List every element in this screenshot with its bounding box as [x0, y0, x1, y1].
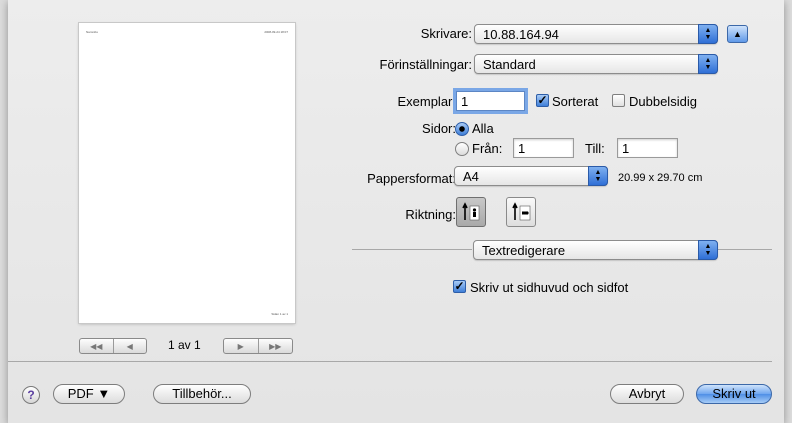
collapse-details-button[interactable]: ▲ — [727, 25, 748, 43]
page-indicator: 1 av 1 — [168, 338, 201, 352]
pages-range-radio[interactable] — [455, 142, 469, 156]
preview-header-left: Namnlös — [86, 30, 98, 34]
printer-label: Skrivare: — [420, 26, 472, 41]
header-footer-checkbox[interactable]: ✓ — [453, 280, 466, 293]
cancel-button[interactable]: Avbryt — [610, 384, 684, 404]
paper-size-value: A4 — [463, 169, 479, 184]
section-divider-left — [352, 249, 472, 250]
popup-arrows-icon: ▲ ▼ — [698, 240, 718, 260]
duplex-label: Dubbelsidig — [629, 94, 697, 109]
popup-arrows-icon: ▲ ▼ — [698, 24, 718, 44]
previous-page-button[interactable]: ◀ — [112, 339, 147, 353]
collated-checkbox[interactable]: ✓ — [536, 94, 549, 107]
preview-back-buttons: ◀◀ ◀ — [79, 338, 147, 354]
pages-all-label: Alla — [472, 121, 494, 136]
presets-popup[interactable]: Standard ▲ ▼ — [474, 54, 718, 74]
preview-forward-buttons: ▶ ▶▶ — [223, 338, 293, 354]
collated-label: Sorterat — [552, 94, 599, 109]
paper-size-label: Pappersformat: — [367, 171, 456, 186]
pdf-menu-button[interactable]: PDF ▼ — [53, 384, 125, 404]
pages-all-radio[interactable] — [455, 122, 469, 136]
section-divider-right — [718, 249, 772, 250]
collapse-triangle-icon: ▲ — [733, 29, 742, 39]
help-button[interactable]: ? — [22, 386, 40, 404]
pages-from-label: Från: — [472, 141, 503, 156]
copies-label: Exemplar: — [397, 94, 456, 109]
orientation-label: Riktning: — [405, 207, 456, 222]
first-page-button[interactable]: ◀◀ — [80, 339, 113, 353]
bottom-divider — [8, 361, 772, 362]
page-preview: Namnlös 2008-09-24 18:07 Sidan 1 av 1 — [79, 23, 295, 323]
app-section-value: Textredigerare — [482, 243, 566, 258]
pages-from-field[interactable]: 1 — [513, 138, 574, 158]
printer-value: 10.88.164.94 — [483, 27, 559, 42]
printer-popup[interactable]: 10.88.164.94 ▲ ▼ — [474, 24, 718, 44]
landscape-orientation-button[interactable] — [506, 197, 536, 227]
next-page-button[interactable]: ▶ — [224, 339, 258, 353]
pages-to-label: Till: — [585, 141, 605, 156]
print-button[interactable]: Skriv ut — [696, 384, 772, 404]
popup-arrows-icon: ▲ ▼ — [698, 54, 718, 74]
preview-footer-right: Sidan 1 av 1 — [271, 312, 288, 316]
copies-field[interactable]: 1 — [456, 91, 525, 111]
popup-arrows-icon: ▲ ▼ — [588, 166, 608, 186]
preview-header-right: 2008-09-24 18:07 — [264, 30, 288, 34]
pages-label: Sidor: — [422, 121, 456, 136]
pages-to-field[interactable]: 1 — [617, 138, 678, 158]
paper-size-popup[interactable]: A4 ▲ ▼ — [454, 166, 608, 186]
header-footer-label: Skriv ut sidhuvud och sidfot — [470, 280, 629, 295]
portrait-orientation-button[interactable] — [456, 197, 486, 227]
landscape-person-icon — [512, 202, 531, 221]
paper-size-text: 20.99 x 29.70 cm — [618, 172, 703, 184]
last-page-button[interactable]: ▶▶ — [257, 339, 293, 353]
print-sheet: Namnlös 2008-09-24 18:07 Sidan 1 av 1 ◀◀… — [8, 0, 784, 423]
presets-value: Standard — [483, 57, 536, 72]
portrait-person-icon — [462, 202, 480, 221]
duplex-checkbox[interactable] — [612, 94, 625, 107]
presets-label: Förinställningar: — [379, 57, 473, 72]
app-section-popup[interactable]: Textredigerare ▲ ▼ — [473, 240, 718, 260]
supplies-button[interactable]: Tillbehör... — [153, 384, 251, 404]
